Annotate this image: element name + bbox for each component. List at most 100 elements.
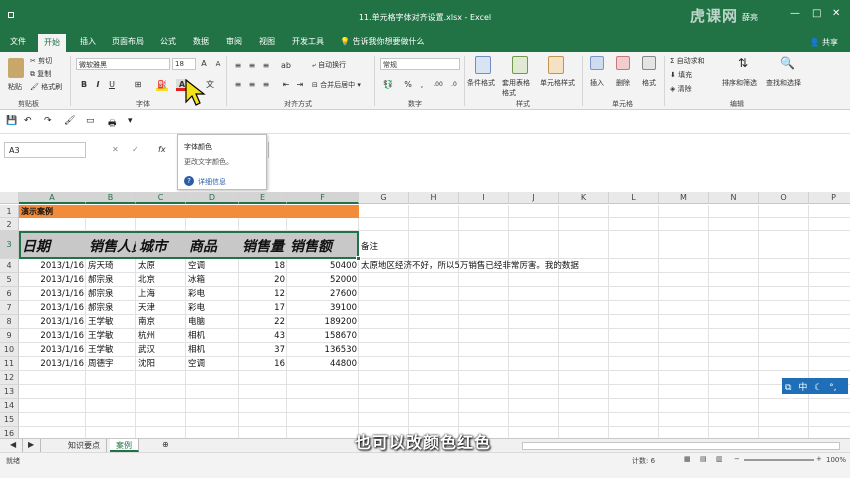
increase-indent-icon[interactable]: ⇥ bbox=[294, 79, 306, 91]
row-header-1[interactable]: 1 bbox=[0, 205, 19, 218]
row-header-8[interactable]: 8 bbox=[0, 315, 19, 329]
column-header-a[interactable]: A bbox=[19, 192, 86, 204]
ime-toolbar[interactable]: ⧉ 中 ☾ °, ≡ bbox=[782, 378, 848, 403]
enter-icon[interactable]: ✓ bbox=[132, 145, 139, 154]
number-format-select[interactable]: 常规 bbox=[380, 58, 460, 70]
data-cell[interactable]: 太原 bbox=[136, 259, 186, 273]
column-header-c[interactable]: C bbox=[136, 192, 186, 204]
column-header-g[interactable]: G bbox=[359, 192, 409, 204]
row-header-4[interactable]: 4 bbox=[0, 259, 19, 273]
align-top-icon[interactable]: ≡ bbox=[232, 60, 244, 72]
tab-developer[interactable]: 开发工具 bbox=[292, 36, 324, 47]
row-header-14[interactable]: 14 bbox=[0, 399, 19, 413]
data-cell[interactable]: 王学敏 bbox=[86, 315, 136, 329]
share-button[interactable]: 👤 共享 bbox=[809, 37, 838, 48]
paste-button-label[interactable]: 粘贴 bbox=[8, 82, 22, 92]
customize-qat-icon[interactable]: ▾ bbox=[128, 116, 138, 126]
cell-styles-label[interactable]: 单元格样式 bbox=[540, 78, 575, 88]
data-cell[interactable]: 50400 bbox=[287, 259, 359, 273]
data-cell[interactable]: 2013/1/16 bbox=[19, 315, 86, 329]
print-icon[interactable]: 🖶 bbox=[108, 116, 118, 129]
row-header-9[interactable]: 9 bbox=[0, 329, 19, 343]
percent-icon[interactable]: % bbox=[402, 79, 414, 91]
row-header-13[interactable]: 13 bbox=[0, 385, 19, 399]
align-bottom-icon[interactable]: ≡ bbox=[260, 60, 272, 72]
data-cell[interactable]: 南京 bbox=[136, 315, 186, 329]
spreadsheet-grid[interactable]: A B C D E F G H I J K L M N O P 1 2 3 4 5 6 7 8 9 10 11 12 13 14 15 16 演… bbox=[0, 192, 850, 441]
column-header-p[interactable]: P bbox=[809, 192, 850, 204]
data-cell[interactable]: 彩电 bbox=[186, 287, 239, 301]
border-icon[interactable]: ⊞ bbox=[132, 79, 144, 91]
minimize-icon[interactable]: — bbox=[790, 8, 800, 19]
tab-data[interactable]: 数据 bbox=[193, 36, 209, 47]
orientation-icon[interactable]: ab bbox=[280, 60, 292, 72]
data-cell[interactable]: 12 bbox=[239, 287, 287, 301]
data-cell[interactable]: 武汉 bbox=[136, 343, 186, 357]
cell-styles-icon[interactable] bbox=[548, 56, 564, 74]
tab-review[interactable]: 审阅 bbox=[226, 36, 242, 47]
fill-color-icon[interactable]: ⛽ bbox=[156, 79, 168, 91]
column-header-n[interactable]: N bbox=[709, 192, 759, 204]
preview-icon[interactable]: ▭ bbox=[86, 116, 96, 126]
column-header-l[interactable]: L bbox=[609, 192, 659, 204]
data-cell[interactable]: 郝宗泉 bbox=[86, 287, 136, 301]
data-cell[interactable]: 电脑 bbox=[186, 315, 239, 329]
conditional-format-label[interactable]: 条件格式 bbox=[467, 78, 495, 88]
column-header-m[interactable]: M bbox=[659, 192, 709, 204]
maximize-icon[interactable]: □ bbox=[812, 8, 821, 19]
sort-filter-icon[interactable]: ⇅ bbox=[738, 56, 752, 70]
data-cell[interactable]: 37 bbox=[239, 343, 287, 357]
copy-button[interactable]: ⧉ 复制 bbox=[30, 69, 51, 79]
data-cell[interactable]: 189200 bbox=[287, 315, 359, 329]
column-header-o[interactable]: O bbox=[759, 192, 809, 204]
column-header-d[interactable]: D bbox=[186, 192, 239, 204]
data-cell[interactable]: 17 bbox=[239, 301, 287, 315]
row-header-15[interactable]: 15 bbox=[0, 413, 19, 427]
format-cells-label[interactable]: 格式 bbox=[642, 78, 656, 88]
decrease-decimal-icon[interactable]: .0 bbox=[448, 79, 460, 91]
find-select-label[interactable]: 查找和选择 bbox=[766, 78, 801, 88]
data-cell[interactable]: 上海 bbox=[136, 287, 186, 301]
data-cell[interactable]: 52000 bbox=[287, 273, 359, 287]
data-cell[interactable]: 郝宗泉 bbox=[86, 301, 136, 315]
view-pagebreak-icon[interactable]: ▥ bbox=[716, 455, 723, 463]
sheet-nav-prev-icon[interactable]: ◀ bbox=[4, 439, 24, 452]
data-cell[interactable]: 空调 bbox=[186, 357, 239, 371]
sort-filter-label[interactable]: 排序和筛选 bbox=[722, 78, 757, 88]
delete-cells-icon[interactable] bbox=[616, 56, 630, 70]
format-as-table-icon[interactable] bbox=[512, 56, 528, 74]
data-cell[interactable]: 44800 bbox=[287, 357, 359, 371]
data-cell[interactable]: 王学敏 bbox=[86, 329, 136, 343]
zoom-in-icon[interactable]: + bbox=[816, 455, 822, 463]
conditional-format-icon[interactable] bbox=[475, 56, 491, 74]
data-cell[interactable]: 18 bbox=[239, 259, 287, 273]
row-header-2[interactable]: 2 bbox=[0, 218, 19, 231]
data-cell[interactable]: 房天琦 bbox=[86, 259, 136, 273]
column-header-f[interactable]: F bbox=[287, 192, 359, 204]
wrap-text-button[interactable]: ⤶ 自动换行 bbox=[312, 60, 346, 70]
data-cell[interactable]: 136530 bbox=[287, 343, 359, 357]
align-right-icon[interactable]: ≡ bbox=[260, 79, 272, 91]
align-center-icon[interactable]: ≡ bbox=[246, 79, 258, 91]
data-cell[interactable]: 相机 bbox=[186, 343, 239, 357]
save-icon[interactable]: 💾 bbox=[6, 116, 17, 126]
row-header-3[interactable]: 3 bbox=[0, 231, 19, 259]
column-header-i[interactable]: I bbox=[459, 192, 509, 204]
data-cell[interactable]: 20 bbox=[239, 273, 287, 287]
align-left-icon[interactable]: ≡ bbox=[232, 79, 244, 91]
zoom-level[interactable]: 100% bbox=[826, 456, 846, 464]
data-cell[interactable]: 16 bbox=[239, 357, 287, 371]
row-header-5[interactable]: 5 bbox=[0, 273, 19, 287]
data-cell[interactable]: 27600 bbox=[287, 287, 359, 301]
italic-button[interactable]: I bbox=[92, 79, 104, 91]
cut-button[interactable]: ✂ 剪切 bbox=[30, 56, 52, 66]
column-header-k[interactable]: K bbox=[559, 192, 609, 204]
paste-icon[interactable] bbox=[8, 58, 24, 78]
select-all-corner[interactable] bbox=[0, 192, 19, 204]
view-layout-icon[interactable]: ▤ bbox=[700, 455, 707, 463]
tell-me-search[interactable]: 💡 告诉我你想要做什么 bbox=[340, 36, 425, 47]
data-cell[interactable]: 2013/1/16 bbox=[19, 301, 86, 315]
format-painter-button[interactable]: 🖌 格式刷 bbox=[30, 82, 62, 92]
ime-moon-icon[interactable]: ☾ bbox=[814, 383, 822, 393]
font-name-select[interactable]: 微软雅黑 bbox=[76, 58, 170, 70]
